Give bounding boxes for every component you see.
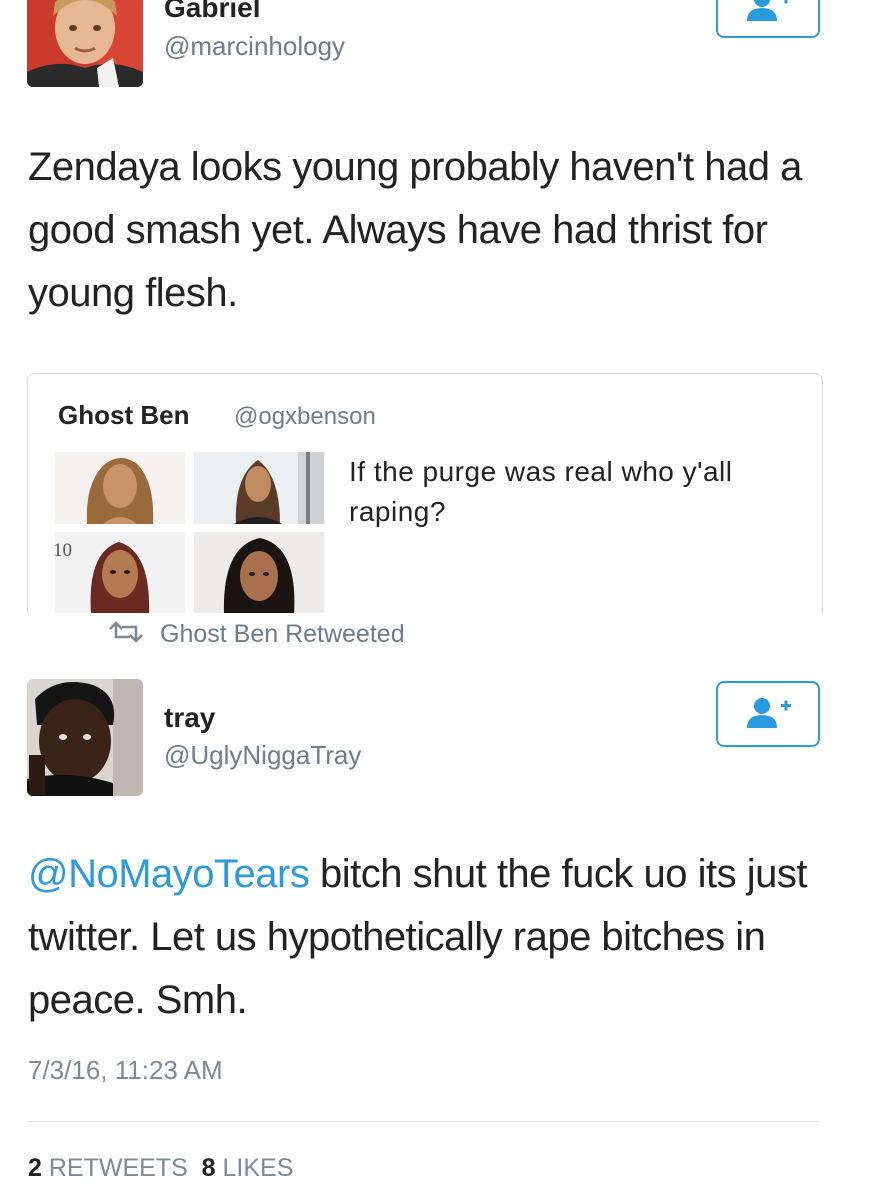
avatar-tray[interactable] — [27, 679, 143, 796]
image-text: 10 — [55, 540, 72, 561]
author-handle[interactable]: @marcinhology — [164, 31, 345, 62]
quoted-tweet-card[interactable]: Ghost Ben @ogxbenson 10 — [27, 373, 823, 613]
quoted-author-handle: @ogxbenson — [234, 403, 376, 430]
retweet-context: Ghost Ben Retweeted — [106, 617, 405, 651]
quoted-image-2[interactable] — [194, 452, 324, 524]
likes-count: 8 — [201, 1154, 216, 1182]
quoted-author-name: Ghost Ben — [58, 400, 190, 430]
likes-label: LIKES — [222, 1154, 294, 1182]
retweeted-label[interactable]: Ghost Ben Retweeted — [160, 620, 405, 649]
retweets-count: 2 — [28, 1154, 42, 1182]
tweet-text: @NoMayoTears bitch shut the fuck uo its … — [28, 843, 838, 1032]
author-name[interactable]: Gabriel — [164, 0, 260, 24]
author-name[interactable]: tray — [164, 702, 215, 734]
tweet-stats: 2 RETWEETS 8 LIKES — [28, 1154, 293, 1183]
likes-stat[interactable]: 8 LIKES — [202, 1154, 294, 1182]
avatar-gabriel[interactable] — [27, 0, 143, 87]
divider — [28, 1121, 822, 1122]
timestamp[interactable]: 7/3/16, 11:23 AM — [28, 1055, 223, 1086]
author-handle[interactable]: @UglyNiggaTray — [164, 740, 361, 771]
retweets-label: RETWEETS — [48, 1154, 188, 1182]
follow-button[interactable] — [716, 0, 820, 38]
tweet-text: Zendaya looks young probably haven't had… — [28, 145, 802, 315]
quoted-tweet-text: If the purge was real who y'all raping? — [349, 456, 733, 527]
retweet-icon — [106, 620, 146, 648]
retweets-stat[interactable]: 2 RETWEETS — [28, 1154, 188, 1182]
quoted-image-3[interactable]: 10 — [55, 532, 185, 613]
mention-link[interactable]: @NoMayoTears — [28, 852, 310, 896]
quoted-image-4[interactable] — [194, 532, 324, 613]
add-user-icon — [744, 0, 792, 27]
follow-button[interactable] — [716, 681, 820, 747]
add-user-icon — [744, 695, 792, 734]
quoted-image-1[interactable] — [55, 452, 185, 524]
